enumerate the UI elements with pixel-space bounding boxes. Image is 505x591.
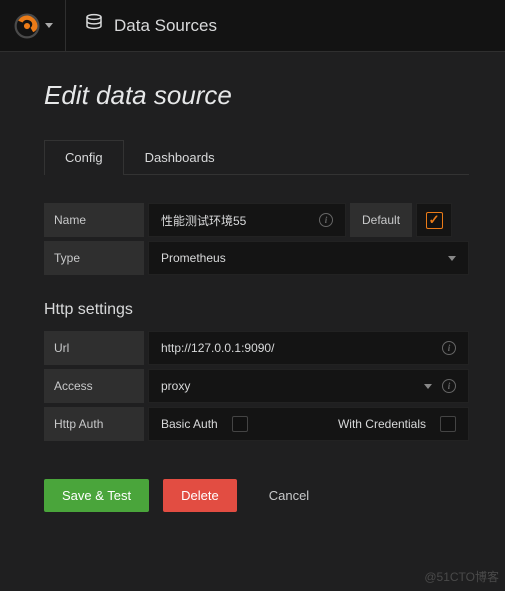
chevron-down-icon [448, 256, 456, 261]
row-name: Name i Default [44, 203, 469, 237]
cancel-button[interactable]: Cancel [251, 479, 327, 512]
name-input-wrap: i [148, 203, 346, 237]
row-type: Type Prometheus [44, 241, 469, 275]
with-credentials-checkbox[interactable] [440, 416, 456, 432]
label-default: Default [350, 203, 412, 237]
tabs: Config Dashboards [44, 139, 469, 175]
tab-dashboards[interactable]: Dashboards [124, 140, 236, 175]
save-test-button[interactable]: Save & Test [44, 479, 149, 512]
info-icon[interactable]: i [319, 213, 333, 227]
breadcrumb-title: Data Sources [114, 16, 217, 36]
watermark: @51CTO博客 [424, 568, 499, 585]
chevron-down-icon [424, 384, 432, 389]
label-http-auth: Http Auth [44, 407, 144, 441]
default-checkbox-cell [416, 203, 452, 237]
breadcrumb[interactable]: Data Sources [66, 13, 217, 38]
url-input[interactable] [161, 341, 442, 355]
row-http-auth: Http Auth Basic Auth With Credentials [44, 407, 469, 441]
chevron-down-icon [45, 23, 53, 28]
type-select[interactable]: Prometheus [148, 241, 469, 275]
info-icon[interactable]: i [442, 379, 456, 393]
app-menu-toggle[interactable] [0, 0, 66, 52]
tab-config[interactable]: Config [44, 140, 124, 175]
label-name: Name [44, 203, 144, 237]
label-with-credentials: With Credentials [338, 417, 426, 431]
label-type: Type [44, 241, 144, 275]
topbar: Data Sources [0, 0, 505, 52]
default-checkbox[interactable] [426, 212, 443, 229]
name-input[interactable] [161, 213, 319, 227]
url-input-wrap: i [148, 331, 469, 365]
row-access: Access proxy i [44, 369, 469, 403]
access-value: proxy [161, 379, 416, 393]
page-title: Edit data source [44, 80, 469, 111]
auth-options: Basic Auth With Credentials [148, 407, 469, 441]
label-basic-auth: Basic Auth [161, 417, 218, 431]
label-url: Url [44, 331, 144, 365]
delete-button[interactable]: Delete [163, 479, 237, 512]
access-select[interactable]: proxy i [148, 369, 469, 403]
action-bar: Save & Test Delete Cancel [44, 479, 469, 512]
row-url: Url i [44, 331, 469, 365]
basic-auth-checkbox[interactable] [232, 416, 248, 432]
type-value: Prometheus [161, 251, 440, 265]
grafana-logo-icon [13, 12, 41, 40]
http-settings-heading: Http settings [44, 301, 469, 319]
info-icon[interactable]: i [442, 341, 456, 355]
page-content: Edit data source Config Dashboards Name … [0, 52, 505, 512]
database-icon [84, 13, 104, 38]
label-access: Access [44, 369, 144, 403]
